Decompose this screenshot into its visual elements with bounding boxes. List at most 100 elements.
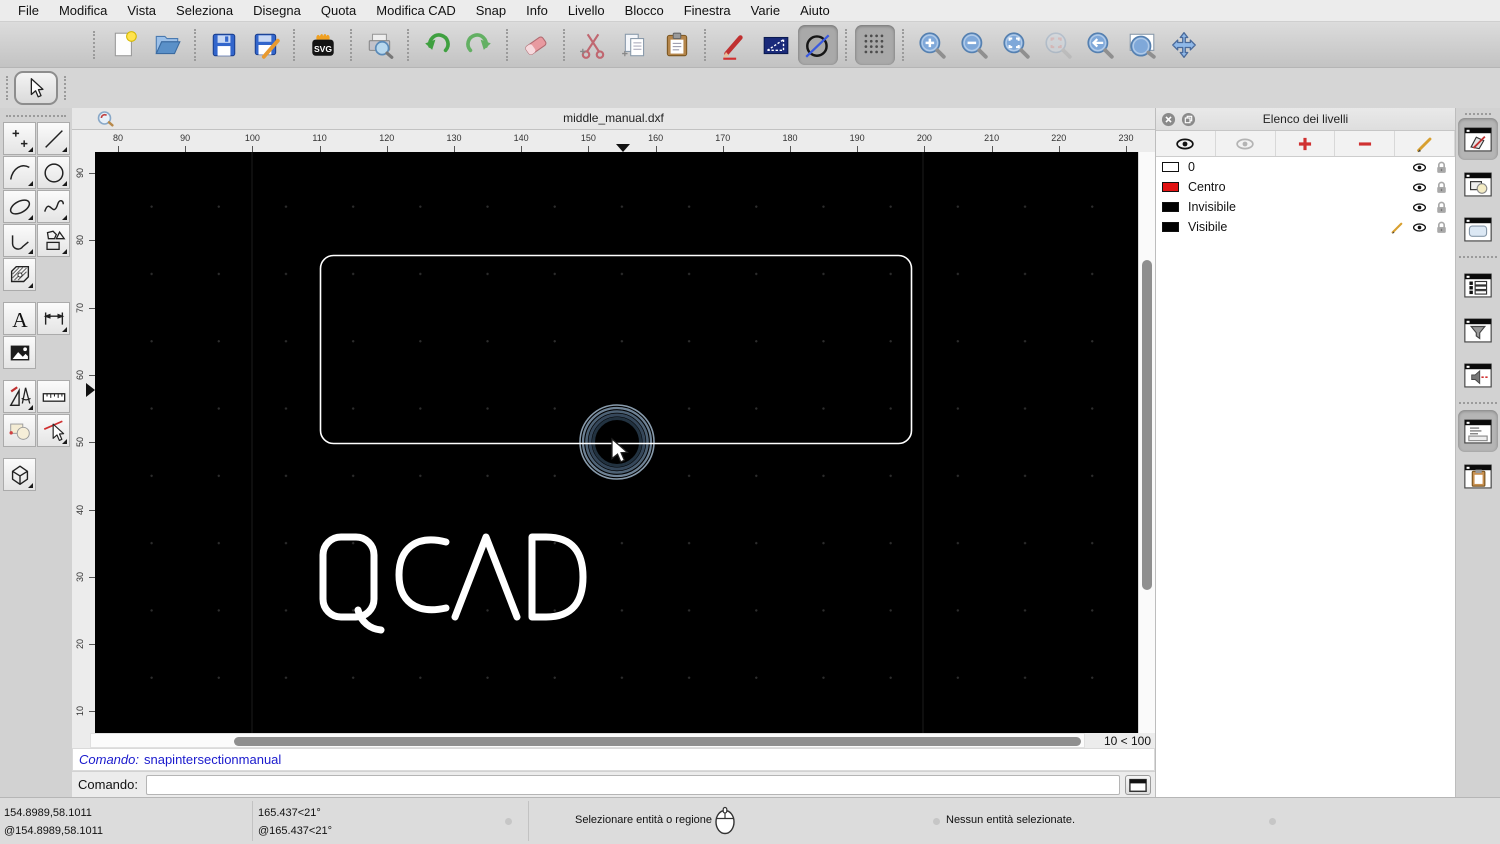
layer-visible-eye-icon[interactable]: [1412, 180, 1427, 195]
horizontal-ruler: 80 90 100 110 120 130 140 150 160 170 180 190 200 210…: [72, 130, 1155, 152]
menu-info[interactable]: Info: [516, 3, 558, 18]
show-all-layers-button[interactable]: [1156, 131, 1216, 156]
layer-row-visibile[interactable]: Visibile: [1156, 217, 1455, 237]
layer-row-0[interactable]: 0: [1156, 157, 1455, 177]
layer-lock-icon[interactable]: [1434, 160, 1449, 175]
block-list-dock-button[interactable]: [1458, 163, 1498, 205]
paste-button[interactable]: [657, 25, 697, 65]
layer-visible-eye-icon[interactable]: [1412, 200, 1427, 215]
menu-vista[interactable]: Vista: [117, 3, 166, 18]
reference-rect-button[interactable]: [756, 25, 796, 65]
zoom-auto-button[interactable]: [996, 25, 1036, 65]
dock-drag-handle[interactable]: [1465, 113, 1491, 115]
remove-layer-button[interactable]: [1335, 131, 1396, 156]
qcad-logo-entity[interactable]: [319, 533, 587, 634]
toolbar-drag-handle[interactable]: [6, 76, 12, 100]
copy-icon: [620, 30, 650, 60]
grid-toggle-button[interactable]: [855, 24, 895, 65]
menu-modifica-cad[interactable]: Modifica CAD: [366, 3, 465, 18]
arc-tool-button[interactable]: [3, 156, 36, 189]
ellipse-tool-button[interactable]: [3, 190, 36, 223]
menu-snap[interactable]: Snap: [466, 3, 516, 18]
menu-finestra[interactable]: Finestra: [674, 3, 741, 18]
command-line-dock-button[interactable]: [1458, 410, 1498, 452]
line-tool-button[interactable]: [37, 122, 70, 155]
layer-visible-eye-icon[interactable]: [1412, 160, 1427, 175]
menu-aiuto[interactable]: Aiuto: [790, 3, 840, 18]
menu-file[interactable]: File: [8, 3, 49, 18]
hide-all-layers-button[interactable]: [1216, 131, 1276, 156]
zoom-out-button[interactable]: [954, 25, 994, 65]
layer-visible-eye-icon[interactable]: [1412, 220, 1427, 235]
selection-filter-dock-button[interactable]: [1458, 309, 1498, 351]
print-preview-button[interactable]: [360, 25, 400, 65]
solid-3d-tool-button[interactable]: [3, 458, 36, 491]
menu-seleziona[interactable]: Seleziona: [166, 3, 243, 18]
measure-tool-button[interactable]: [37, 380, 70, 413]
image-tool-button[interactable]: [3, 336, 36, 369]
layer-row-invisibile[interactable]: Invisibile: [1156, 197, 1455, 217]
save-button[interactable]: [204, 25, 244, 65]
menu-varie[interactable]: Varie: [741, 3, 790, 18]
menu-livello[interactable]: Livello: [558, 3, 615, 18]
ruler-cursor-marker: [86, 383, 95, 397]
command-options-button[interactable]: [1125, 774, 1151, 795]
selection-arrow-button[interactable]: [14, 71, 58, 105]
save-as-button[interactable]: [246, 25, 286, 65]
layer-lock-icon[interactable]: [1434, 220, 1449, 235]
copy-button[interactable]: [615, 25, 655, 65]
add-layer-button[interactable]: [1276, 131, 1336, 156]
layer-lock-icon[interactable]: [1434, 200, 1449, 215]
menu-disegna[interactable]: Disegna: [243, 3, 311, 18]
menu-blocco[interactable]: Blocco: [615, 3, 674, 18]
drafting-tools-tool-button[interactable]: [3, 380, 36, 413]
edit-layer-button[interactable]: [1395, 131, 1455, 156]
modify-icon: [7, 418, 33, 444]
open-file-button[interactable]: [147, 25, 187, 65]
undo-button[interactable]: [417, 25, 457, 65]
horizontal-scrollbar[interactable]: [90, 733, 1085, 748]
menu-quota[interactable]: Quota: [311, 3, 366, 18]
zoom-window-button[interactable]: [1122, 25, 1162, 65]
view-list-dock-button[interactable]: [1458, 208, 1498, 250]
command-input[interactable]: [145, 774, 1120, 795]
modify-tool-button[interactable]: [3, 414, 36, 447]
pan-button[interactable]: [1164, 25, 1204, 65]
layer-lock-icon[interactable]: [1434, 180, 1449, 195]
draw-pencil-button[interactable]: [714, 25, 754, 65]
zoom-selection-button[interactable]: [1038, 25, 1078, 65]
vertical-scrollbar-thumb[interactable]: [1142, 260, 1152, 590]
layer-list-dock-button[interactable]: [1458, 118, 1498, 160]
zoom-previous-button[interactable]: [1080, 25, 1120, 65]
palette-drag-handle[interactable]: [6, 115, 66, 117]
drafting-tools-icon: [7, 384, 33, 410]
horizontal-scrollbar-thumb[interactable]: [234, 737, 1081, 746]
menu-modifica[interactable]: Modifica: [49, 3, 117, 18]
property-list-dock-button[interactable]: [1458, 264, 1498, 306]
new-file-button[interactable]: [105, 25, 145, 65]
text-tool-button[interactable]: A: [3, 302, 36, 335]
eraser-button[interactable]: [516, 25, 556, 65]
construction-mode-button[interactable]: [798, 24, 838, 65]
command-trigger-dock-button[interactable]: [1458, 354, 1498, 396]
dimension-tool-button[interactable]: [37, 302, 70, 335]
toolbar-drag-handle[interactable]: [64, 76, 70, 100]
modify-selection-tool-button[interactable]: [37, 414, 70, 447]
clipboard-panel-dock-button[interactable]: [1458, 455, 1498, 497]
cut-button[interactable]: [573, 25, 613, 65]
layer-name: Centro: [1188, 180, 1226, 194]
vertical-scrollbar[interactable]: [1138, 152, 1155, 733]
redo-button[interactable]: [459, 25, 499, 65]
circle-tool-button[interactable]: [37, 156, 70, 189]
zoom-in-button[interactable]: [912, 25, 952, 65]
drawing-canvas[interactable]: [95, 152, 1138, 733]
svg-export-button[interactable]: SVG: [303, 25, 343, 65]
shapes-tool-button[interactable]: [37, 224, 70, 257]
absolute-polar-coordinate: 165.437<21°: [258, 807, 321, 819]
polyline-tool-button[interactable]: [3, 224, 36, 257]
spline-tool-button[interactable]: [37, 190, 70, 223]
hatch-tool-button[interactable]: [3, 258, 36, 291]
points-tool-button[interactable]: [3, 122, 36, 155]
toolbar-drag-handle[interactable]: [93, 30, 99, 59]
layer-row-centro[interactable]: Centro: [1156, 177, 1455, 197]
